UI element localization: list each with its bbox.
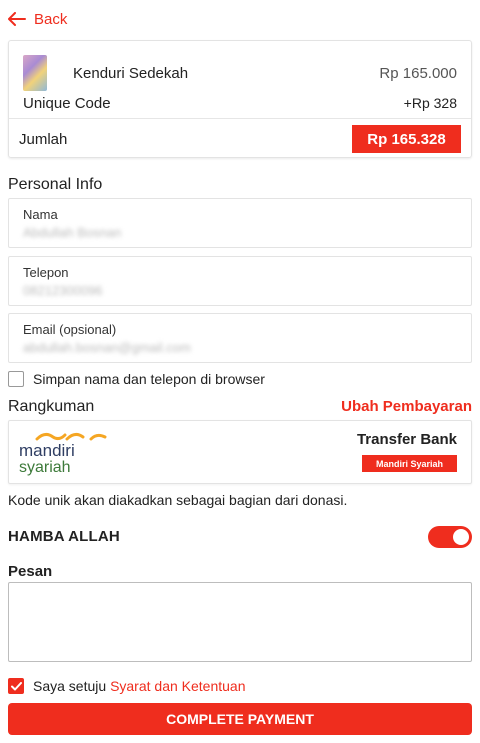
message-textarea[interactable]: [8, 582, 472, 662]
toggle-knob: [453, 529, 469, 545]
back-button[interactable]: Back: [8, 8, 67, 30]
summary-title: Rangkuman: [8, 398, 95, 415]
agreement-row: Saya setuju Syarat dan Ketentuan: [8, 678, 246, 694]
arrow-left-icon: [8, 12, 26, 26]
agreement-label: Saya setuju Syarat dan Ketentuan: [33, 678, 246, 694]
phone-field-label: Telepon: [23, 265, 69, 280]
save-info-checkbox[interactable]: [8, 371, 24, 387]
save-info-label: Simpan nama dan telepon di browser: [33, 371, 265, 387]
save-info-row: Simpan nama dan telepon di browser: [8, 371, 265, 387]
bank-logo: mandiri syariah: [19, 427, 119, 477]
change-payment-link[interactable]: Ubah Pembayaran: [341, 398, 472, 415]
payment-method-box: mandiri syariah Transfer Bank Mandiri Sy…: [8, 420, 472, 484]
checkmark-icon: [10, 681, 22, 690]
back-label: Back: [34, 10, 68, 28]
bank-logo-word2: syariah: [19, 459, 71, 476]
agreement-prefix: Saya setuju: [33, 678, 107, 694]
name-field-label: Nama: [23, 207, 58, 222]
personal-info-title: Personal Info: [8, 176, 103, 193]
terms-link[interactable]: Syarat dan Ketentuan: [110, 678, 245, 694]
order-summary-card: Kenduri Sedekah Rp 165.000 Unique Code +…: [8, 40, 472, 158]
name-field-value: Abdullah Bosnan: [23, 225, 122, 240]
anonymous-toggle[interactable]: [428, 526, 472, 548]
campaign-title: Kenduri Sedekah: [73, 65, 189, 82]
complete-payment-button[interactable]: COMPLETE PAYMENT: [8, 703, 472, 735]
agreement-checkbox[interactable]: [8, 678, 24, 694]
phone-field[interactable]: Telepon 08212300096: [8, 256, 472, 306]
divider: [9, 118, 471, 119]
phone-field-value: 08212300096: [23, 283, 103, 298]
name-field[interactable]: Nama Abdullah Bosnan: [8, 198, 472, 248]
payment-method-label: Transfer Bank: [356, 431, 457, 448]
unique-code-label: Unique Code: [23, 95, 111, 112]
campaign-thumbnail: [23, 55, 47, 91]
email-field[interactable]: Email (opsional) abdullah.bosnan@gmail.c…: [8, 313, 472, 363]
unique-code-value: +Rp 328: [403, 95, 457, 111]
bank-badge: Mandiri Syariah: [362, 455, 457, 472]
unique-code-note: Kode unik akan diakadkan sebagai bagian …: [8, 492, 348, 508]
message-label: Pesan: [8, 563, 53, 580]
bank-logo-word1: mandiri: [19, 441, 75, 460]
email-field-label: Email (opsional): [23, 322, 117, 337]
campaign-price: Rp 165.000: [379, 65, 457, 82]
total-label: Jumlah: [19, 131, 68, 148]
total-amount-badge: Rp 165.328: [352, 125, 461, 153]
anonymous-label: HAMBA ALLAH: [8, 528, 120, 545]
email-field-value: abdullah.bosnan@gmail.com: [23, 340, 191, 355]
